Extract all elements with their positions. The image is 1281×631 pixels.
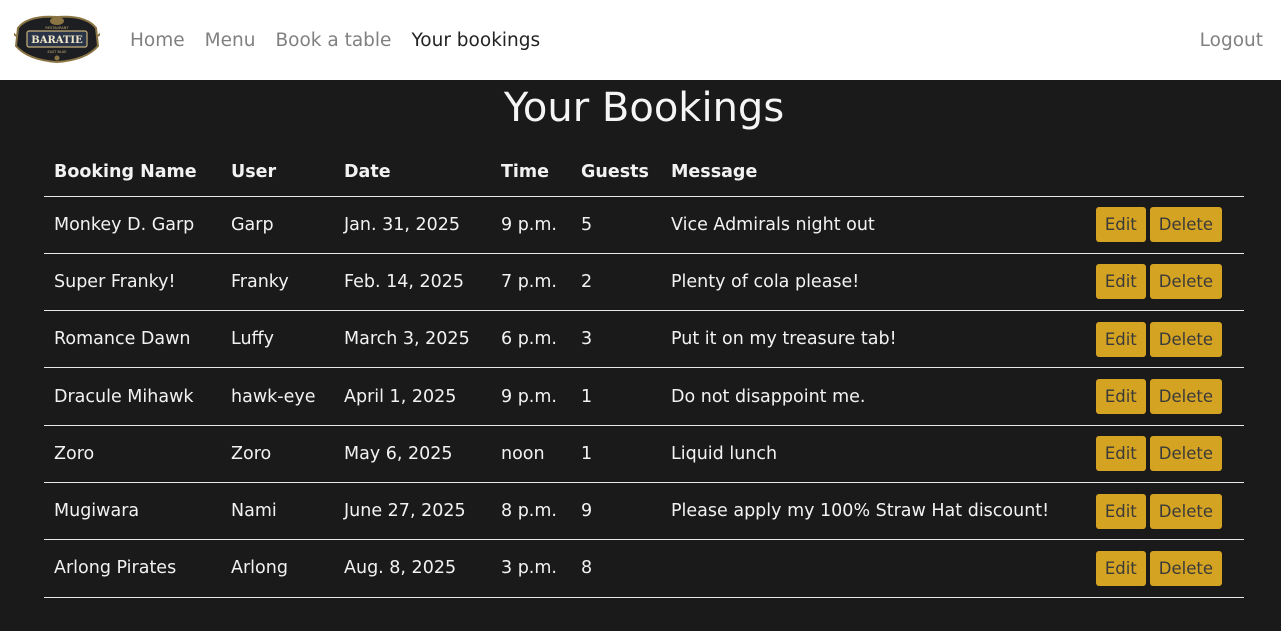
cell-actions: Edit Delete bbox=[1061, 367, 1244, 426]
cell-time: 9 p.m. bbox=[491, 196, 571, 254]
edit-button[interactable]: Edit bbox=[1095, 264, 1146, 300]
cell-message: Put it on my treasure tab! bbox=[661, 310, 1061, 369]
column-header-message: Message bbox=[661, 148, 1061, 197]
table-row: Mugiwara Nami June 27, 2025 8 p.m. 9 Please a… bbox=[44, 482, 1244, 541]
delete-button[interactable]: Delete bbox=[1149, 379, 1222, 415]
cell-name: Arlong Pirates bbox=[44, 539, 221, 598]
cell-user: Luffy bbox=[221, 310, 334, 369]
cell-name: Mugiwara bbox=[44, 482, 221, 541]
delete-button[interactable]: Delete bbox=[1149, 264, 1222, 300]
edit-button[interactable]: Edit bbox=[1095, 207, 1146, 243]
column-header-user: User bbox=[221, 148, 334, 197]
table-row: Arlong Pirates Arlong Aug. 8, 2025 3 p.m. 8 E… bbox=[44, 539, 1244, 598]
cell-message: Please apply my 100% Straw Hat discount! bbox=[661, 482, 1061, 541]
nav-link-home[interactable]: Home bbox=[130, 30, 185, 51]
cell-actions: Edit Delete bbox=[1061, 482, 1244, 541]
cell-date: Feb. 14, 2025 bbox=[334, 253, 491, 312]
cell-user: Nami bbox=[221, 482, 334, 541]
cell-actions: Edit Delete bbox=[1061, 196, 1244, 254]
cell-date: April 1, 2025 bbox=[334, 367, 491, 426]
column-header-booking-name: Booking Name bbox=[44, 148, 221, 197]
cell-message bbox=[661, 539, 1061, 598]
cell-user: Arlong bbox=[221, 539, 334, 598]
column-header-actions bbox=[1061, 148, 1244, 197]
edit-button[interactable]: Edit bbox=[1095, 550, 1146, 586]
delete-button[interactable]: Delete bbox=[1149, 493, 1222, 529]
cell-time: noon bbox=[491, 425, 571, 483]
delete-button[interactable]: Delete bbox=[1149, 207, 1222, 243]
delete-button[interactable]: Delete bbox=[1149, 321, 1222, 357]
page-title: Your Bookings bbox=[503, 85, 785, 131]
table-row: Romance Dawn Luffy March 3, 2025 6 p.m. 3 Put… bbox=[44, 310, 1244, 369]
table-header-row: Booking Name User Date Time Guests Message bbox=[44, 148, 1244, 197]
cell-actions: Edit Delete bbox=[1061, 539, 1244, 598]
navbar: BARATIE RESTAURANT EAST BLUE Home Menu Boo… bbox=[0, 0, 1281, 80]
edit-button[interactable]: Edit bbox=[1095, 321, 1146, 357]
delete-button[interactable]: Delete bbox=[1149, 436, 1222, 472]
cell-guests: 9 bbox=[571, 482, 661, 541]
nav-link-menu[interactable]: Menu bbox=[205, 30, 256, 51]
cell-time: 6 p.m. bbox=[491, 310, 571, 369]
cell-message: Do not disappoint me. bbox=[661, 367, 1061, 426]
cell-date: March 3, 2025 bbox=[334, 310, 491, 369]
logout-link[interactable]: Logout bbox=[1200, 0, 1263, 80]
edit-button[interactable]: Edit bbox=[1095, 436, 1146, 472]
cell-guests: 1 bbox=[571, 367, 661, 426]
column-header-guests: Guests bbox=[571, 148, 661, 197]
table-row: Super Franky! Franky Feb. 14, 2025 7 p.m. 2 P… bbox=[44, 253, 1244, 312]
cell-name: Romance Dawn bbox=[44, 310, 221, 369]
cell-date: June 27, 2025 bbox=[334, 482, 491, 541]
cell-date: Jan. 31, 2025 bbox=[334, 196, 491, 254]
cell-actions: Edit Delete bbox=[1061, 310, 1244, 369]
cell-guests: 2 bbox=[571, 253, 661, 312]
cell-time: 9 p.m. bbox=[491, 367, 571, 426]
cell-message: Vice Admirals night out bbox=[661, 196, 1061, 254]
delete-button[interactable]: Delete bbox=[1149, 550, 1222, 586]
cell-time: 8 p.m. bbox=[491, 482, 571, 541]
cell-name: Zoro bbox=[44, 425, 221, 483]
edit-button[interactable]: Edit bbox=[1095, 379, 1146, 415]
svg-text:RESTAURANT: RESTAURANT bbox=[45, 26, 69, 30]
cell-guests: 5 bbox=[571, 196, 661, 254]
cell-date: May 6, 2025 bbox=[334, 425, 491, 483]
cell-name: Dracule Mihawk bbox=[44, 367, 221, 426]
bookings-table: Booking Name User Date Time Guests Message Mo… bbox=[44, 148, 1244, 598]
table-body: Monkey D. Garp Garp Jan. 31, 2025 9 p.m. 5 Vi… bbox=[44, 196, 1244, 598]
cell-user: hawk-eye bbox=[221, 367, 334, 426]
cell-guests: 1 bbox=[571, 425, 661, 483]
cell-message: Liquid lunch bbox=[661, 425, 1061, 483]
cell-name: Monkey D. Garp bbox=[44, 196, 221, 254]
cell-name: Super Franky! bbox=[44, 253, 221, 312]
svg-text:EAST BLUE: EAST BLUE bbox=[47, 50, 66, 54]
table-row: Monkey D. Garp Garp Jan. 31, 2025 9 p.m. 5 Vi… bbox=[44, 196, 1244, 254]
cell-guests: 3 bbox=[571, 310, 661, 369]
svg-text:BARATIE: BARATIE bbox=[31, 35, 83, 46]
cell-user: Garp bbox=[221, 196, 334, 254]
column-header-time: Time bbox=[491, 148, 571, 197]
cell-date: Aug. 8, 2025 bbox=[334, 539, 491, 598]
cell-user: Zoro bbox=[221, 425, 334, 483]
baratie-logo-icon[interactable]: BARATIE RESTAURANT EAST BLUE bbox=[11, 12, 103, 66]
table-row: Dracule Mihawk hawk-eye April 1, 2025 9 p.m… bbox=[44, 367, 1244, 426]
cell-actions: Edit Delete bbox=[1061, 425, 1244, 483]
cell-guests: 8 bbox=[571, 539, 661, 598]
cell-actions: Edit Delete bbox=[1061, 253, 1244, 312]
nav-links: Home Menu Book a table Your bookings bbox=[130, 0, 560, 80]
cell-time: 3 p.m. bbox=[491, 539, 571, 598]
cell-user: Franky bbox=[221, 253, 334, 312]
edit-button[interactable]: Edit bbox=[1095, 493, 1146, 529]
column-header-date: Date bbox=[334, 148, 491, 197]
table-row: Zoro Zoro May 6, 2025 noon 1 Liquid lunch Edit… bbox=[44, 425, 1244, 483]
cell-message: Plenty of cola please! bbox=[661, 253, 1061, 312]
nav-link-your-bookings[interactable]: Your bookings bbox=[411, 30, 540, 51]
cell-time: 7 p.m. bbox=[491, 253, 571, 312]
nav-link-book-a-table[interactable]: Book a table bbox=[275, 30, 391, 51]
